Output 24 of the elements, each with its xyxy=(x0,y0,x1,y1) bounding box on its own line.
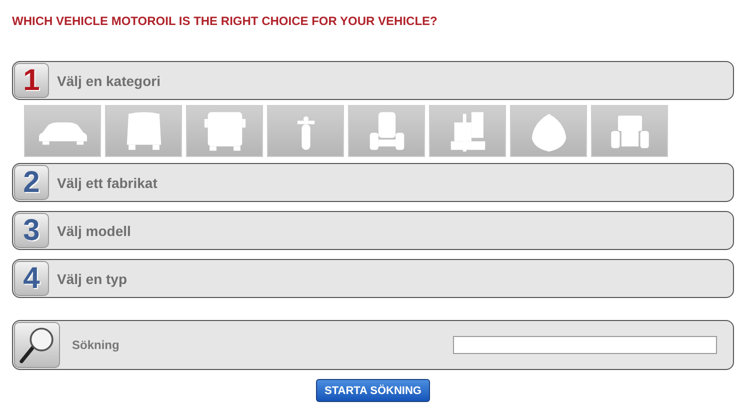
search-label: Sökning xyxy=(72,338,120,352)
step-label: Välj en kategori xyxy=(57,72,160,88)
step-label: Välj en typ xyxy=(57,270,128,286)
page-heading: WHICH VEHICLE MOTOROIL IS THE RIGHT CHOICE FOR YOUR VEHICLE? xyxy=(12,14,438,30)
category-tile[interactable] xyxy=(510,105,587,157)
category-tile[interactable] xyxy=(24,105,101,157)
search-field[interactable] xyxy=(453,336,717,354)
category-tile[interactable] xyxy=(348,105,425,157)
step-panel[interactable]: 1 Välj en kategori xyxy=(12,61,734,100)
step-number: 3 xyxy=(14,213,49,248)
step-number: 2 xyxy=(14,165,49,200)
step-panel[interactable]: 2 Välj ett fabrikat xyxy=(12,163,734,202)
step-number: 1 xyxy=(14,63,49,98)
step-panel[interactable]: 3 Välj modell xyxy=(12,211,734,250)
category-tile[interactable] xyxy=(267,105,344,157)
category-tile[interactable] xyxy=(105,105,182,157)
step-label: Välj modell xyxy=(57,222,131,238)
category-tile[interactable] xyxy=(186,105,263,157)
step-label: Välj ett fabrikat xyxy=(57,174,158,190)
start-search-button[interactable]: STARTA SÖKNING xyxy=(316,379,430,402)
category-tile[interactable] xyxy=(591,105,668,157)
step-number: 4 xyxy=(14,261,49,296)
category-tile[interactable] xyxy=(429,105,506,157)
step-panel[interactable]: 4 Välj en typ xyxy=(12,259,734,298)
